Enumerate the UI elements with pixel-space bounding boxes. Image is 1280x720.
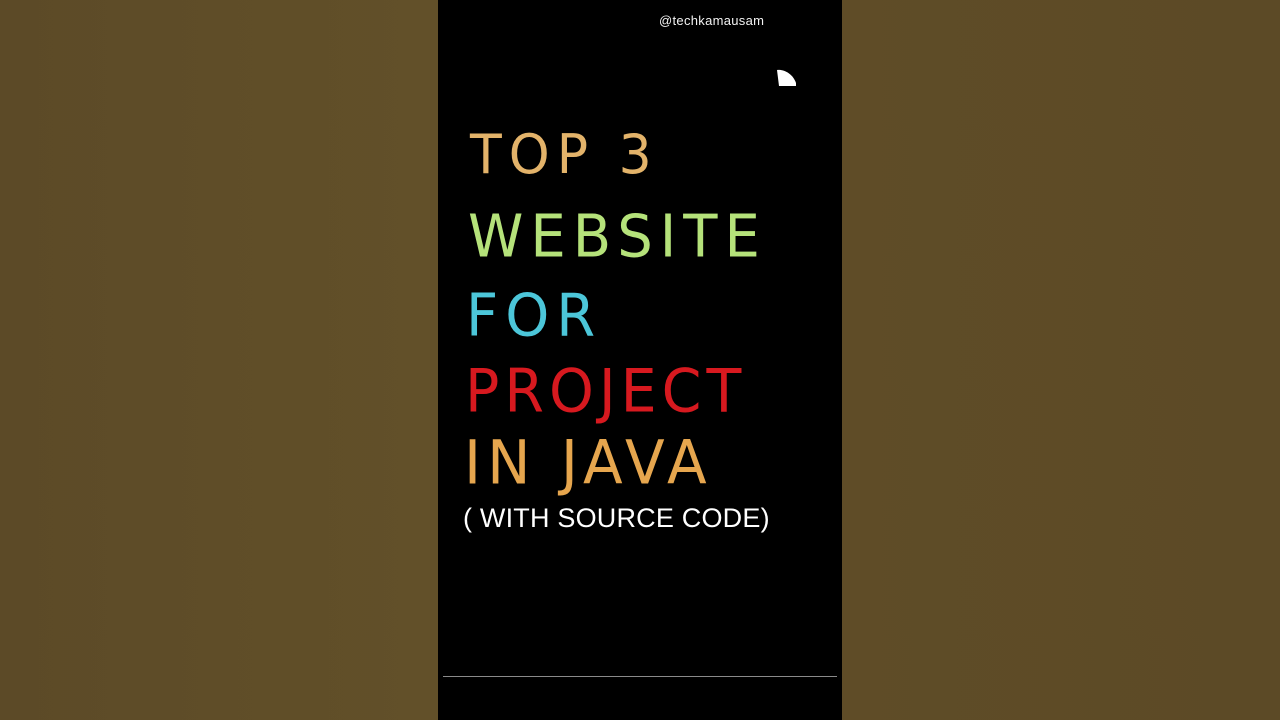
video-panel[interactable]: @techkamausam TOP 3 WEBSITE FOR PROJECT …	[438, 0, 842, 720]
progress-bar[interactable]	[443, 676, 837, 677]
subtitle-text: ( WITH SOURCE CODE)	[463, 503, 770, 533]
cursor-icon	[777, 69, 796, 86]
video-player-stage: @techkamausam TOP 3 WEBSITE FOR PROJECT …	[0, 0, 1280, 720]
channel-handle: @techkamausam	[659, 13, 765, 28]
title-line-2: WEBSITE	[468, 202, 767, 271]
title-line-5: IN JAVA	[464, 426, 713, 499]
title-line-3: FOR	[466, 281, 603, 350]
title-line-4: PROJECT	[465, 356, 747, 427]
title-line-1: TOP 3	[470, 123, 659, 187]
